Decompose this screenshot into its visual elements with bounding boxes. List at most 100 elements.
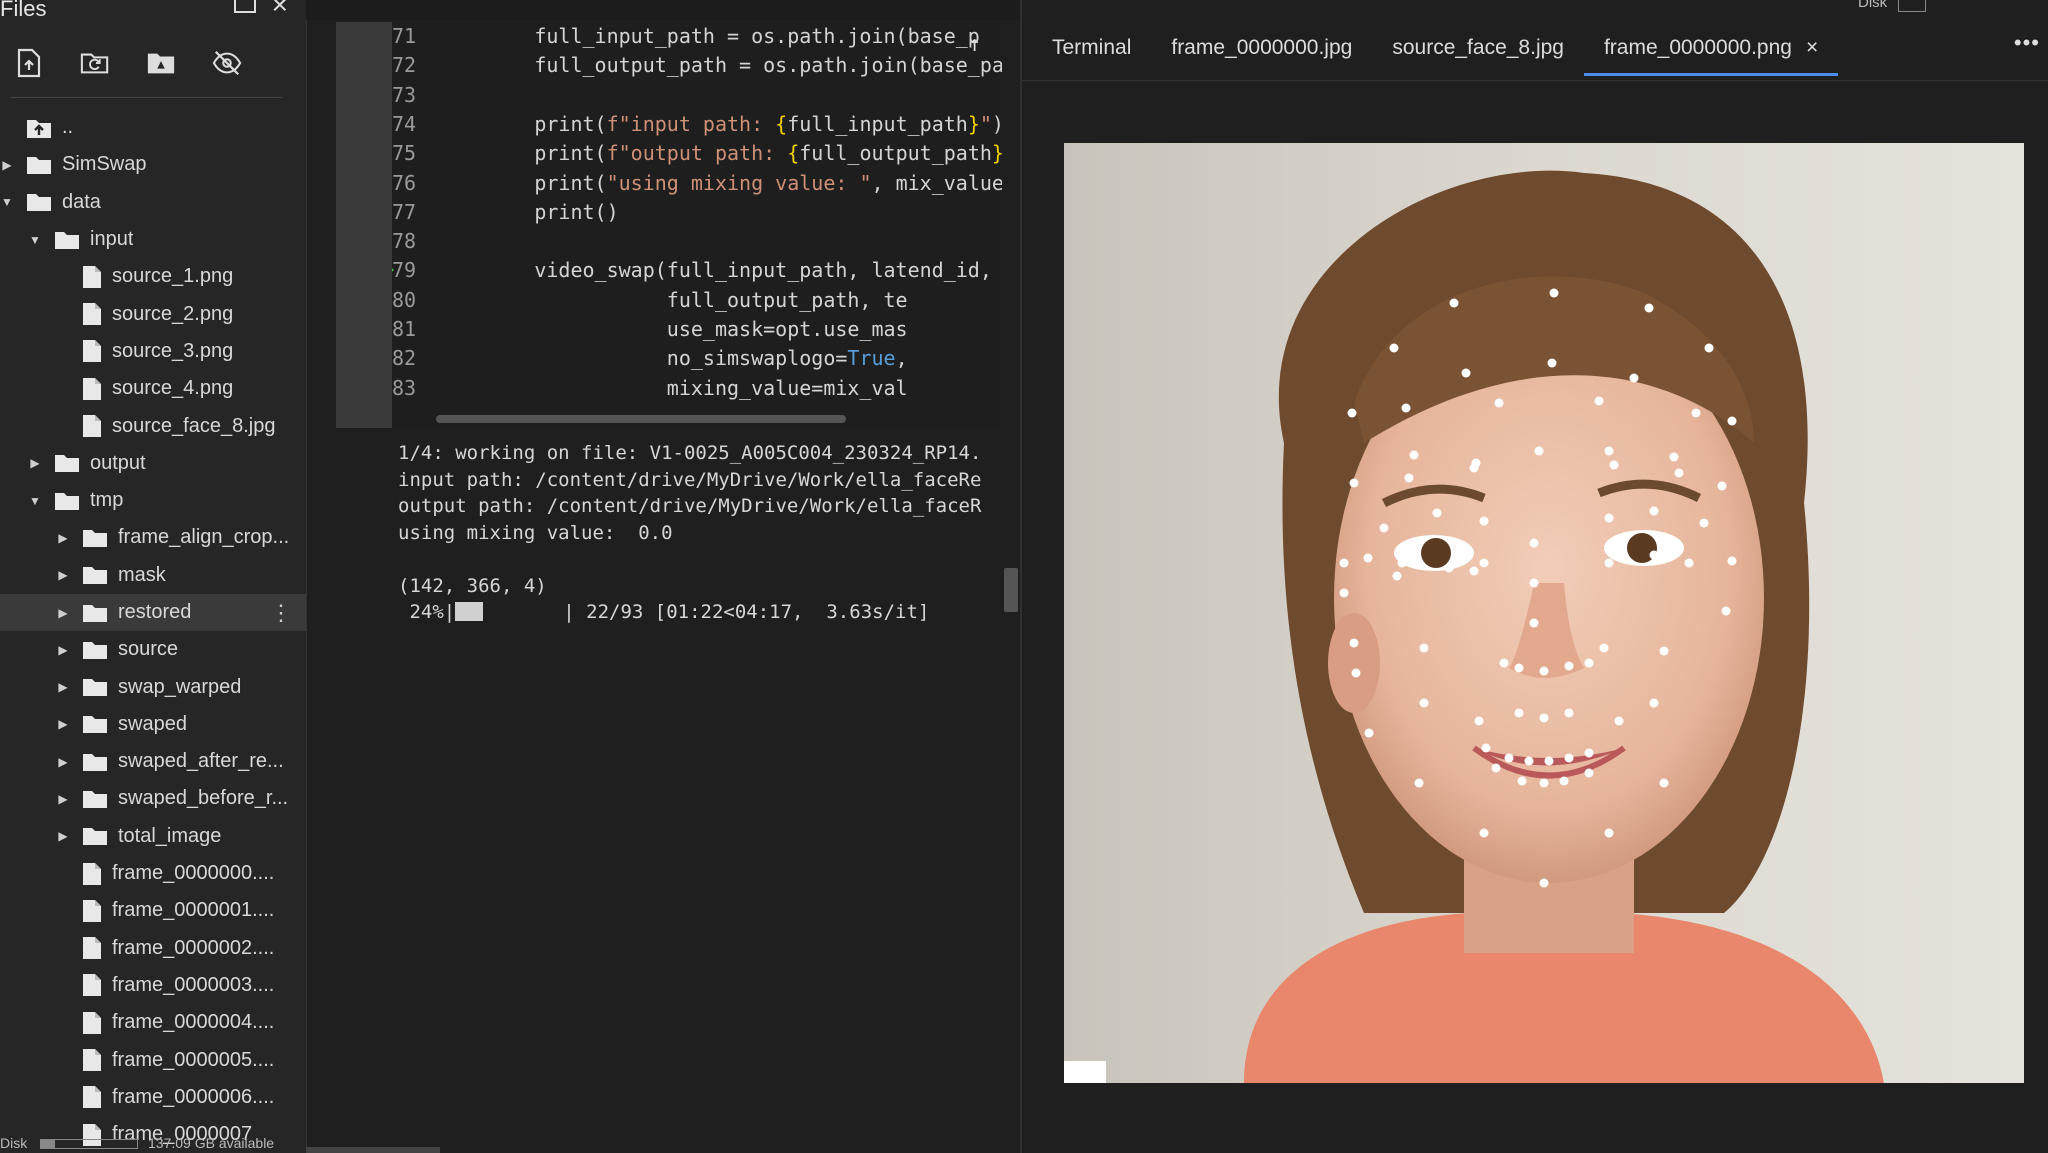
maximize-icon[interactable] (233, 0, 256, 13)
scroll-up-arrow-icon[interactable]: ↑ (968, 32, 981, 57)
hide-files-icon[interactable] (212, 48, 242, 78)
landmark-dot (1644, 303, 1654, 313)
progress-bar-fill (455, 602, 484, 621)
code-line[interactable]: 80 full_output_path, te (392, 286, 908, 315)
parent-folder-item[interactable]: .. (0, 109, 306, 146)
caret-down-icon[interactable]: ▼ (28, 233, 42, 247)
folder-item[interactable]: ▶ restored ⋮ (0, 593, 306, 632)
landmark-dot (1397, 558, 1407, 568)
landmark-dot (1517, 776, 1527, 786)
code-text: full_output_path, te (438, 287, 908, 312)
caret-right-icon[interactable]: ▶ (56, 755, 70, 769)
folder-item[interactable]: ▶ source (0, 631, 306, 668)
folder-item[interactable]: ▶ output (0, 445, 306, 482)
landmark-dot (1564, 661, 1574, 671)
file-item[interactable]: frame_0000003.... (0, 967, 306, 1004)
file-item[interactable]: source_3.png (0, 333, 306, 370)
tree-item-label: source (118, 638, 179, 661)
tree-item-label: tmp (90, 489, 124, 512)
caret-right-icon[interactable]: ▶ (56, 643, 70, 657)
code-line[interactable]: 76 print("using mixing value: ", mix_val… (392, 169, 1002, 198)
code-line[interactable]: 82 no_simswaplogo=True, (392, 344, 908, 373)
mount-drive-icon[interactable] (146, 48, 176, 78)
folder-item[interactable]: ▶ swaped_after_re... (0, 743, 306, 780)
code-line[interactable]: 77 print() (392, 198, 619, 227)
item-menu-icon[interactable]: ⋮ (270, 600, 292, 626)
code-line[interactable]: 83 mixing_value=mix_val (392, 374, 908, 403)
caret-right-icon[interactable]: ▶ (0, 158, 14, 172)
file-item[interactable]: frame_0000001.... (0, 892, 306, 929)
caret-right-icon[interactable]: ▶ (56, 568, 70, 582)
line-number: 71 (392, 24, 417, 48)
file-item[interactable]: source_2.png (0, 295, 306, 332)
running-line-marker-icon (392, 263, 394, 278)
code-line[interactable]: 73 (392, 81, 438, 110)
caret-right-icon[interactable]: ▶ (56, 680, 70, 694)
editor-horizontal-scrollbar[interactable] (436, 415, 846, 423)
caret-down-icon[interactable]: ▼ (28, 494, 42, 508)
folder-item[interactable]: ▼ tmp (0, 482, 306, 519)
tab-terminal[interactable]: Terminal (1032, 30, 1151, 76)
code-line[interactable]: 75 print(f"output path: {full_output_pat… (392, 139, 1002, 168)
code-line[interactable]: 74 print(f"input path: {full_input_path}… (392, 110, 1002, 139)
tree-item-label: mask (118, 563, 166, 586)
file-icon (82, 302, 102, 326)
tab-file[interactable]: frame_0000000.png × (1583, 30, 1839, 76)
caret-right-icon[interactable]: ▶ (56, 829, 70, 843)
caret-down-icon[interactable]: ▼ (0, 195, 14, 209)
folder-item[interactable]: ▼ data (0, 184, 306, 221)
upload-file-icon[interactable] (14, 48, 44, 78)
more-options-icon[interactable]: ••• (2014, 30, 2040, 56)
landmark-dot (1604, 828, 1614, 838)
folder-item[interactable]: ▶ swaped_before_r... (0, 780, 306, 817)
file-item[interactable]: frame_0000002.... (0, 930, 306, 967)
caret-right-icon[interactable]: ▶ (28, 456, 42, 470)
landmark-dot (1604, 513, 1614, 523)
landmark-dot (1704, 343, 1714, 353)
landmark-dot (1401, 403, 1411, 413)
file-item[interactable]: source_face_8.jpg (0, 407, 306, 444)
code-line[interactable]: 72 full_output_path = os.path.join(base_… (392, 51, 1002, 80)
landmark-dot (1539, 778, 1549, 788)
refresh-folder-icon[interactable] (80, 48, 110, 78)
folder-item[interactable]: ▼ input (0, 221, 306, 258)
caret-right-icon[interactable]: ▶ (56, 717, 70, 731)
file-item[interactable]: frame_0000004.... (0, 1004, 306, 1041)
tree-item-label: frame_0000002.... (112, 936, 275, 959)
landmark-dot (1444, 563, 1454, 573)
landmark-dot (1479, 558, 1489, 568)
file-item[interactable]: source_4.png (0, 370, 306, 407)
watermark-block (1064, 1061, 1106, 1083)
line-number: 76 (392, 170, 417, 195)
caret-right-icon[interactable]: ▶ (56, 792, 70, 806)
file-icon (82, 339, 102, 363)
landmark-dot (1649, 550, 1659, 560)
tab-close-icon[interactable]: × (1806, 36, 1818, 59)
code-line[interactable]: 71 full_input_path = os.path.join(base_p (392, 22, 980, 51)
folder-icon (82, 752, 108, 772)
landmark-dot (1691, 408, 1701, 418)
folder-item[interactable]: ▶ swap_warped (0, 668, 306, 705)
tab-file[interactable]: frame_0000000.jpg (1151, 30, 1372, 76)
caret-right-icon[interactable]: ▶ (56, 606, 70, 620)
file-item[interactable]: source_1.png (0, 258, 306, 295)
folder-item[interactable]: ▶ mask (0, 557, 306, 594)
bottom-scrollbar[interactable] (306, 1147, 440, 1153)
file-item[interactable]: frame_0000000.... (0, 855, 306, 892)
folder-icon (54, 491, 80, 511)
close-icon[interactable]: × (272, 0, 288, 19)
file-item[interactable]: frame_0000006.... (0, 1079, 306, 1116)
folder-item[interactable]: ▶ SimSwap (0, 146, 306, 183)
landmark-dot (1514, 708, 1524, 718)
folder-item[interactable]: ▶ frame_align_crop... (0, 519, 306, 556)
code-line[interactable]: 81 use_mask=opt.use_mas (392, 315, 908, 344)
code-line[interactable]: 78 (392, 227, 438, 256)
tab-file[interactable]: source_face_8.jpg (1372, 30, 1584, 76)
caret-right-icon[interactable]: ▶ (56, 531, 70, 545)
folder-item[interactable]: ▶ total_image (0, 818, 306, 855)
folder-item[interactable]: ▶ swaped (0, 706, 306, 743)
file-item[interactable]: frame_0000005.... (0, 1041, 306, 1078)
output-scrollbar[interactable] (1004, 568, 1018, 612)
code-editor[interactable]: 71 full_input_path = os.path.join(base_p… (392, 22, 1002, 428)
code-line[interactable]: 79 video_swap(full_input_path, latend_id… (392, 256, 1002, 285)
